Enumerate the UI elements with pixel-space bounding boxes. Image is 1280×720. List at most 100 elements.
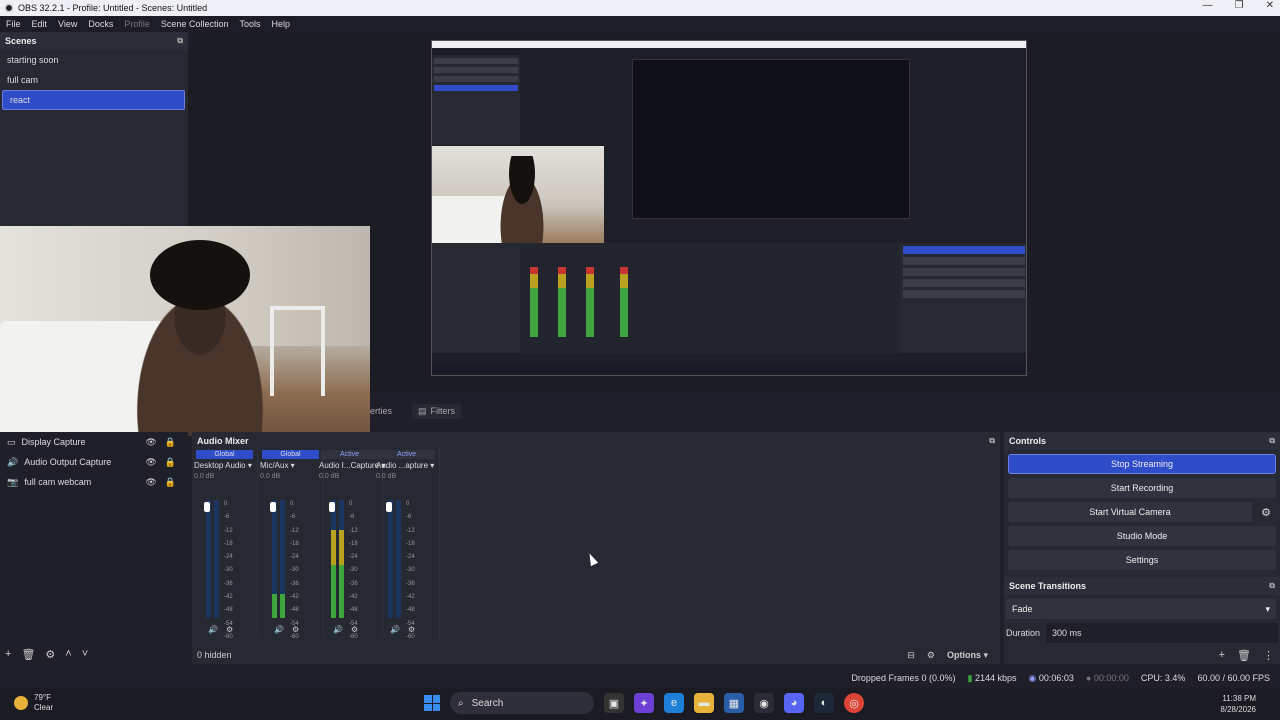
advanced-audio-icon[interactable]: ⚙ bbox=[927, 650, 935, 661]
channel-gear-icon[interactable]: ⚙ bbox=[226, 625, 233, 634]
menu-edit[interactable]: Edit bbox=[32, 19, 48, 29]
undock-icon[interactable]: ⧉ bbox=[989, 436, 995, 446]
volume-meter bbox=[388, 500, 393, 618]
mute-speaker-icon[interactable]: 🔊 bbox=[333, 625, 343, 634]
mute-speaker-icon[interactable]: 🔊 bbox=[274, 625, 284, 634]
stream-time: 00:06:03 bbox=[1038, 672, 1074, 683]
maximize-button[interactable]: ❐ bbox=[1235, 0, 1244, 11]
channel-status-badge: Active bbox=[321, 450, 378, 459]
undock-icon[interactable]: ⧉ bbox=[1269, 436, 1275, 446]
settings-button[interactable]: Settings bbox=[1008, 550, 1276, 570]
obs-icon[interactable]: ◉ bbox=[754, 693, 774, 713]
more-icon[interactable]: ⋮ bbox=[1263, 649, 1274, 662]
recording-icon: ● bbox=[1085, 673, 1092, 683]
channel-name[interactable]: Audio I...Capture ▾ bbox=[317, 461, 385, 470]
menu-view[interactable]: View bbox=[58, 19, 77, 29]
task-view-icon[interactable]: ▣ bbox=[604, 693, 624, 713]
duration-input[interactable]: 300 ms bbox=[1046, 623, 1278, 643]
audio-mixer-footer: 0 hidden ⊟ ⚙ Options ▾ bbox=[192, 646, 1000, 664]
chrome-icon[interactable]: ◎ bbox=[844, 693, 864, 713]
menu-profile[interactable]: Profile bbox=[124, 19, 150, 29]
taskbar-search[interactable]: ⌕ Search bbox=[450, 692, 594, 714]
studio-mode-button[interactable]: Studio Mode bbox=[1008, 526, 1276, 546]
meter-scale: 0 -6 -12 -18 -24 -30 -36 -42 -48 -54 -60 bbox=[224, 501, 233, 640]
visibility-eye-icon[interactable]: 👁 bbox=[145, 437, 156, 448]
move-down-icon[interactable]: ˅ bbox=[82, 648, 88, 660]
visibility-eye-icon[interactable]: 👁 bbox=[145, 477, 156, 488]
discord-icon[interactable]: ◕ bbox=[784, 693, 804, 713]
menu-file[interactable]: File bbox=[6, 19, 21, 29]
scenes-title: Scenes bbox=[5, 36, 37, 46]
channel-gear-icon[interactable]: ⚙ bbox=[292, 625, 299, 634]
scene-item-full-cam[interactable]: full cam bbox=[0, 70, 188, 90]
channel-volume-db: 0.0 dB bbox=[319, 473, 340, 480]
mute-speaker-icon[interactable]: 🔊 bbox=[390, 625, 400, 634]
undock-icon[interactable]: ⧉ bbox=[177, 36, 183, 46]
volume-meter bbox=[272, 500, 277, 618]
source-item-display-capture[interactable]: ▭ Display Capture 👁 🔒 bbox=[0, 432, 188, 452]
virtual-camera-gear-icon[interactable]: ⚙ bbox=[1256, 502, 1276, 522]
source-tabs: erties ▤ Filters bbox=[370, 402, 1280, 420]
weather-widget[interactable]: 79°F Clear bbox=[14, 693, 53, 713]
lock-icon[interactable]: 🔒 bbox=[165, 457, 176, 468]
steam-icon[interactable]: ◐ bbox=[814, 693, 834, 713]
scene-item-starting-soon[interactable]: starting soon bbox=[0, 50, 188, 70]
undock-icon[interactable]: ⧉ bbox=[1269, 581, 1275, 591]
minimize-button[interactable]: — bbox=[1203, 0, 1213, 11]
layout-icon[interactable]: ⊟ bbox=[907, 650, 915, 661]
edge-icon[interactable]: e bbox=[664, 693, 684, 713]
status-bar: Dropped Frames 0 (0.0%) ▮ 2144 kbps ◉ 00… bbox=[0, 668, 1280, 688]
mute-speaker-icon[interactable]: 🔊 bbox=[208, 625, 218, 634]
close-button[interactable]: ✕ bbox=[1266, 0, 1274, 11]
move-up-icon[interactable]: ˄ bbox=[65, 648, 71, 660]
volume-meter bbox=[214, 500, 219, 618]
file-explorer-icon[interactable]: ▬ bbox=[694, 693, 714, 713]
lock-icon[interactable]: 🔒 bbox=[165, 437, 176, 448]
sources-dock: ▭ Display Capture 👁 🔒 🔊 Audio Output Capt… bbox=[0, 432, 188, 664]
volume-fader[interactable] bbox=[386, 502, 392, 512]
add-icon[interactable]: + bbox=[1219, 649, 1225, 662]
start-virtual-camera-button[interactable]: Start Virtual Camera bbox=[1008, 502, 1252, 522]
trash-icon[interactable]: 🗑 bbox=[1237, 649, 1251, 662]
volume-fader[interactable] bbox=[329, 502, 335, 512]
volume-meter bbox=[206, 500, 211, 618]
menu-scene-collection[interactable]: Scene Collection bbox=[161, 19, 229, 29]
chevron-down-icon: ▾ bbox=[1265, 603, 1270, 614]
visibility-eye-icon[interactable]: 👁 bbox=[145, 457, 156, 468]
options-button[interactable]: Options ▾ bbox=[947, 650, 988, 661]
gear-icon[interactable]: ⚙ bbox=[45, 648, 55, 661]
menu-help[interactable]: Help bbox=[271, 19, 290, 29]
copilot-icon[interactable]: ✦ bbox=[634, 693, 654, 713]
source-item-audio-output[interactable]: 🔊 Audio Output Capture 👁 🔒 bbox=[0, 452, 188, 472]
channel-gear-icon[interactable]: ⚙ bbox=[408, 625, 415, 634]
scene-item-react[interactable]: react bbox=[2, 90, 185, 110]
meter-scale: 0 -6 -12 -18 -24 -30 -36 -42 -48 -54 -60 bbox=[349, 501, 358, 640]
channel-volume-db: 0.0 dB bbox=[376, 473, 397, 480]
channel-status-badge: Active bbox=[378, 450, 435, 459]
menu-docks[interactable]: Docks bbox=[88, 19, 113, 29]
channel-gear-icon[interactable]: ⚙ bbox=[351, 625, 358, 634]
trash-icon[interactable]: 🗑 bbox=[21, 648, 35, 661]
mixer-channel: Active Audio ...apture ▾ 0.0 dB 0 -6 -12 -18 -2… bbox=[374, 448, 440, 640]
properties-tab[interactable]: erties bbox=[364, 404, 398, 418]
channel-name[interactable]: Audio ...apture ▾ bbox=[374, 461, 439, 470]
audio-mixer-dock: Audio Mixer ⧉ Global Desktop Audio ▾ 0.0 d… bbox=[192, 432, 1000, 664]
stop-streaming-button[interactable]: Stop Streaming bbox=[1008, 454, 1276, 474]
taskbar-clock[interactable]: 11:38 PM 8/28/2026 bbox=[1220, 693, 1256, 715]
channel-name[interactable]: Mic/Aux ▾ bbox=[258, 461, 323, 470]
menu-tools[interactable]: Tools bbox=[239, 19, 260, 29]
start-recording-button[interactable]: Start Recording bbox=[1008, 478, 1276, 498]
windows-taskbar: 79°F Clear ⌕ Search ▣ ✦ e ▬ ▦ ◉ ◕ ◐ ◎ 11:… bbox=[0, 688, 1280, 720]
start-button[interactable] bbox=[424, 695, 440, 711]
source-item-webcam[interactable]: 📷 full cam webcam 👁 🔒 bbox=[0, 472, 188, 492]
transition-select[interactable]: Fade ▾ bbox=[1006, 599, 1276, 619]
volume-fader[interactable] bbox=[270, 502, 276, 512]
channel-name[interactable]: Desktop Audio ▾ bbox=[192, 461, 257, 470]
lock-icon[interactable]: 🔒 bbox=[165, 477, 176, 488]
add-icon[interactable]: + bbox=[5, 648, 11, 660]
dropped-frames: Dropped Frames 0 (0.0%) bbox=[851, 673, 956, 683]
store-icon[interactable]: ▦ bbox=[724, 693, 744, 713]
volume-meter bbox=[339, 500, 344, 618]
filters-tab[interactable]: ▤ Filters bbox=[412, 403, 462, 419]
volume-fader[interactable] bbox=[204, 502, 210, 512]
